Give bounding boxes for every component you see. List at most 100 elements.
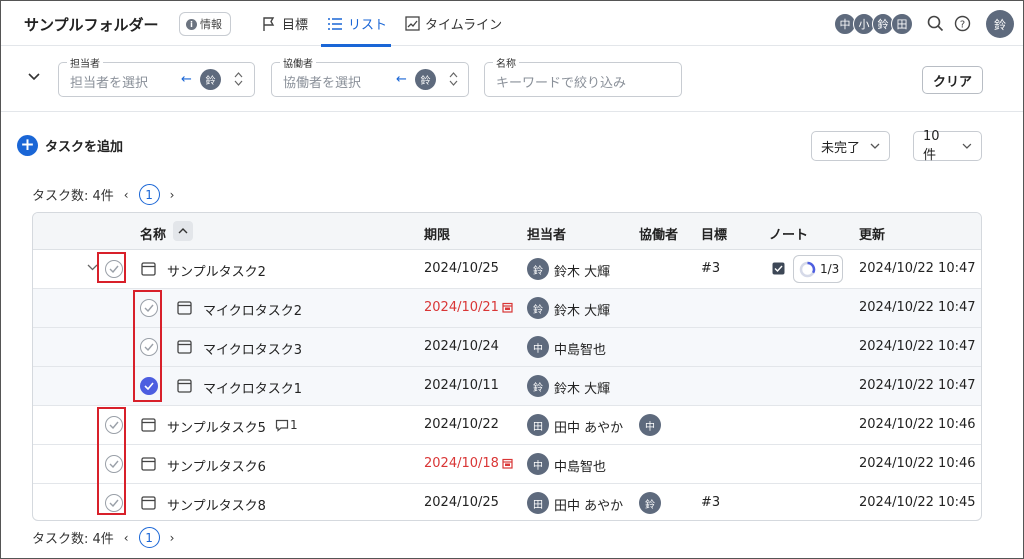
task-name[interactable]: マイクロタスク3 xyxy=(203,339,302,358)
tab-timeline-label: タイムライン xyxy=(425,18,503,33)
tab-list-label: リスト xyxy=(348,18,388,33)
assignee-filter[interactable]: 担当者 担当者を選択 ← 鈴 xyxy=(58,55,255,97)
user-avatar[interactable]: 鈴 xyxy=(986,10,1014,38)
note-progress-value: 1/3 xyxy=(820,262,840,276)
task-icon xyxy=(141,418,156,432)
tab-list[interactable]: リスト xyxy=(327,14,387,33)
name-filter-label: 名称 xyxy=(493,55,519,70)
assignee-filter-label: 担当者 xyxy=(67,55,103,70)
task-icon xyxy=(141,496,156,510)
task-name[interactable]: サンプルタスク6 xyxy=(167,456,266,475)
chevron-down-icon xyxy=(962,143,972,149)
clear-button[interactable]: クリア xyxy=(922,66,983,94)
page-button[interactable]: 1 xyxy=(138,184,160,205)
table-row[interactable]: マイクロタスク1 2024/10/11 鈴 鈴木 大輝 2024/10/22 1… xyxy=(33,367,981,406)
top-bar: サンプルフォルダー i 情報 目標 リスト タイムライン 中 小 鈴 田 ? 鈴 xyxy=(1,1,1023,47)
col-name[interactable]: 名称 xyxy=(140,224,166,243)
table-row[interactable]: サンプルタスク8 2024/10/25 田 田中 あやか 鈴 #3 2024/1… xyxy=(33,484,981,520)
assignee-name: 中島智也 xyxy=(554,460,607,475)
name-filter[interactable]: 名称 キーワードで絞り込み xyxy=(484,55,682,97)
highlight-box xyxy=(133,290,162,402)
timeline-icon xyxy=(405,16,420,31)
avatar: 鈴 xyxy=(415,69,436,90)
due-date: 2024/10/25 xyxy=(424,495,499,510)
highlight-box xyxy=(97,407,126,515)
chevron-down-icon[interactable] xyxy=(28,73,40,81)
table-row[interactable]: マイクロタスク2 2024/10/21 鈴 鈴木 大輝 2024/10/22 1… xyxy=(33,289,981,328)
updated-at: 2024/10/22 10:47 xyxy=(859,300,976,315)
prev-page-button[interactable]: ‹ xyxy=(124,531,129,545)
calendar-alert-icon xyxy=(502,458,513,469)
due-date: 2024/10/11 xyxy=(424,378,499,393)
comment-count[interactable]: 1 xyxy=(275,418,298,432)
task-icon xyxy=(177,379,192,393)
member-avatars[interactable]: 中 小 鈴 田 xyxy=(834,13,913,35)
table-row[interactable]: マイクロタスク3 2024/10/24 中 中島智也 2024/10/22 10… xyxy=(33,328,981,367)
collaborator-avatar: 鈴 xyxy=(639,492,661,514)
avatar: 中 xyxy=(527,336,549,358)
collaborator-filter[interactable]: 協働者 協働者を選択 ← 鈴 xyxy=(271,55,469,97)
updated-at: 2024/10/22 10:47 xyxy=(859,378,976,393)
page-size-select[interactable]: 10件 xyxy=(913,129,982,163)
task-name[interactable]: サンプルタスク8 xyxy=(167,495,266,514)
col-note[interactable]: ノート xyxy=(769,224,808,243)
avatar: 鈴 xyxy=(527,258,549,280)
info-icon: i xyxy=(186,18,197,30)
assignee-filter-placeholder: 担当者を選択 xyxy=(70,76,149,91)
avatar: 鈴 xyxy=(200,69,221,90)
prev-page-button[interactable]: ‹ xyxy=(124,188,129,202)
table-row[interactable]: サンプルタスク2 2024/10/25 鈴 鈴木 大輝 #3 1/3 2024/… xyxy=(33,250,981,289)
comment-icon xyxy=(275,419,289,432)
updated-at: 2024/10/22 10:47 xyxy=(859,261,976,276)
table-row[interactable]: サンプルタスク5 1 2024/10/22 田 田中 あやか 中 2024/10… xyxy=(33,406,981,445)
avatar: 中 xyxy=(527,453,549,475)
tab-timeline[interactable]: タイムライン xyxy=(405,14,502,33)
assignee-name: 鈴木 大輝 xyxy=(554,265,611,280)
task-name[interactable]: サンプルタスク5 xyxy=(167,417,266,436)
assignee-name: 中島智也 xyxy=(554,343,607,358)
goal-ref[interactable]: #3 xyxy=(701,261,720,276)
table-row[interactable]: サンプルタスク6 2024/10/18 中 中島智也 2024/10/22 10… xyxy=(33,445,981,484)
col-assignee[interactable]: 担当者 xyxy=(527,224,566,243)
next-page-button[interactable]: › xyxy=(170,531,175,545)
arrow-left-icon[interactable]: ← xyxy=(396,72,407,87)
sort-asc-button[interactable] xyxy=(173,221,193,241)
filter-bar: 担当者 担当者を選択 ← 鈴 協働者 協働者を選択 ← 鈴 名称 キーワードで絞… xyxy=(1,47,1023,112)
highlight-box xyxy=(97,252,126,283)
folder-title: サンプルフォルダー xyxy=(24,16,159,34)
status-select[interactable]: 未完了 xyxy=(811,131,890,161)
task-table: 名称 期限 担当者 協働者 目標 ノート 更新 サンプルタスク2 2024/10… xyxy=(32,212,982,521)
col-due[interactable]: 期限 xyxy=(424,224,450,243)
arrow-left-icon[interactable]: ← xyxy=(181,72,192,87)
pagination-bottom: タスク数: 4件 ‹ 1 › xyxy=(32,527,174,548)
search-icon[interactable] xyxy=(927,15,944,32)
add-task-button[interactable]: + タスクを追加 xyxy=(17,135,123,156)
task-icon xyxy=(177,340,192,354)
info-button[interactable]: i 情報 xyxy=(179,12,231,36)
goal-ref[interactable]: #3 xyxy=(701,495,720,510)
assignee-name: 田中 あやか xyxy=(554,421,624,436)
task-name[interactable]: マイクロタスク1 xyxy=(203,378,302,397)
flag-icon xyxy=(263,16,275,31)
help-icon[interactable]: ? xyxy=(954,15,971,32)
task-icon xyxy=(177,301,192,315)
page-button[interactable]: 1 xyxy=(138,527,160,548)
task-name[interactable]: マイクロタスク2 xyxy=(203,300,302,319)
col-goal[interactable]: 目標 xyxy=(701,224,727,243)
due-date-overdue: 2024/10/21 xyxy=(424,300,513,315)
col-collaborator[interactable]: 協働者 xyxy=(639,224,678,243)
avatar: 田 xyxy=(527,492,549,514)
pagination-top: タスク数: 4件 ‹ 1 › xyxy=(32,184,174,205)
progress-ring-icon xyxy=(799,261,816,277)
comment-count-value: 1 xyxy=(290,418,298,432)
list-icon xyxy=(328,17,342,30)
col-updated[interactable]: 更新 xyxy=(859,224,885,243)
next-page-button[interactable]: › xyxy=(170,188,175,202)
avatar: 田 xyxy=(891,13,913,35)
due-date-overdue: 2024/10/18 xyxy=(424,456,513,471)
tab-goals[interactable]: 目標 xyxy=(261,14,308,33)
note-progress[interactable]: 1/3 xyxy=(793,255,843,283)
task-name[interactable]: サンプルタスク2 xyxy=(167,261,266,280)
updated-at: 2024/10/22 10:46 xyxy=(859,456,976,471)
due-date: 2024/10/21 xyxy=(424,300,499,315)
